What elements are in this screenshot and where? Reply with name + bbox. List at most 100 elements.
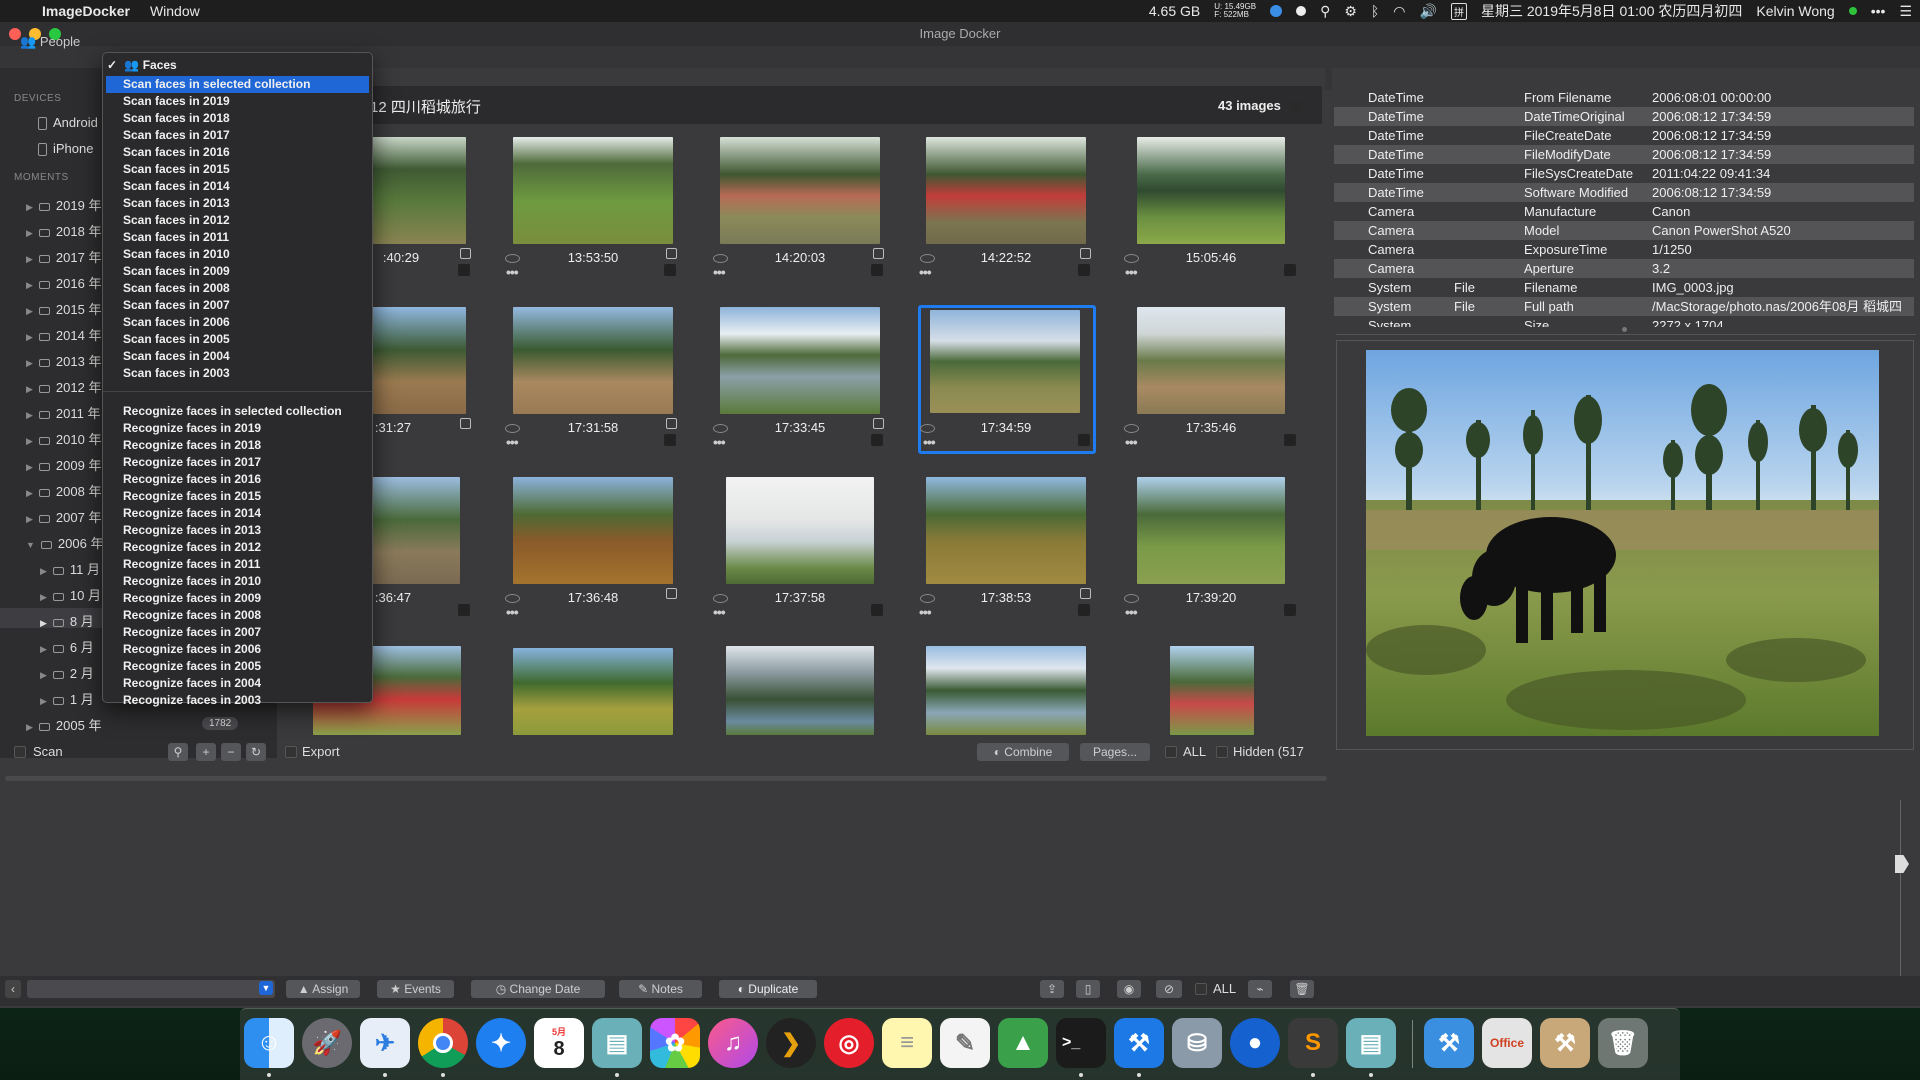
- thumbnail[interactable]: [513, 648, 673, 735]
- eye-icon[interactable]: [920, 424, 935, 433]
- disclosure-icon[interactable]: ▶: [26, 462, 33, 472]
- more-options-icon[interactable]: •••: [919, 264, 932, 280]
- status-dot-icon[interactable]: [1270, 5, 1283, 17]
- thumbnail-checkbox[interactable]: [1284, 264, 1296, 276]
- more-options-icon[interactable]: •••: [1125, 604, 1138, 620]
- assign-select[interactable]: ▼: [27, 980, 275, 998]
- notes-icon[interactable]: ≡: [882, 1018, 932, 1068]
- menu-item-recognize-year[interactable]: Recognize faces in 2019: [103, 420, 372, 437]
- menu-item-scan-year[interactable]: Scan faces in 2012: [103, 212, 372, 229]
- more-options-icon[interactable]: •••: [506, 604, 519, 620]
- menu-item-recognize-year[interactable]: Recognize faces in 2007: [103, 624, 372, 641]
- location-icon[interactable]: ●: [1230, 1018, 1280, 1068]
- people-tab[interactable]: 👥 People: [20, 34, 80, 50]
- more-options-icon[interactable]: •••: [713, 604, 726, 620]
- menu-item-scan-year[interactable]: Scan faces in 2010: [103, 246, 372, 263]
- menu-item-scan-year[interactable]: Scan faces in 2013: [103, 195, 372, 212]
- pages-button[interactable]: Pages...: [1080, 743, 1150, 761]
- thumbnail[interactable]: [513, 477, 673, 584]
- thumbnail[interactable]: [1170, 646, 1254, 735]
- thumbnail[interactable]: [726, 477, 874, 584]
- more-options-icon[interactable]: •••: [1125, 264, 1138, 280]
- menu-item-scan-year[interactable]: Scan faces in 2018: [103, 110, 372, 127]
- year-row[interactable]: ▶ 2018 年: [26, 221, 101, 240]
- month-row[interactable]: ▶ 1 月: [40, 689, 94, 708]
- all-checkbox[interactable]: [1165, 746, 1177, 758]
- thumbnail-checkbox[interactable]: [1078, 264, 1090, 276]
- property-row[interactable]: Camera ExposureTime 1/1250: [1334, 240, 1914, 259]
- notes-button[interactable]: ✎ Notes: [619, 980, 702, 998]
- duplicate-icon[interactable]: [873, 418, 884, 429]
- disclosure-icon[interactable]: ▶: [26, 722, 33, 732]
- menu-item-recognize-year[interactable]: Recognize faces in 2014: [103, 505, 372, 522]
- more-options-icon[interactable]: •••: [923, 434, 936, 450]
- more-options-icon[interactable]: •••: [1125, 434, 1138, 450]
- year-row[interactable]: ▶ 2005 年: [26, 715, 101, 734]
- eye-icon[interactable]: [505, 254, 520, 263]
- textedit-icon[interactable]: ✎: [940, 1018, 990, 1068]
- user-name[interactable]: Kelvin Wong: [1756, 3, 1834, 19]
- utilities-folder-icon[interactable]: ⚒: [1540, 1018, 1590, 1068]
- show-button[interactable]: ◉: [1117, 980, 1141, 998]
- bluetooth-icon[interactable]: ᛒ: [1371, 3, 1379, 19]
- thumbnail[interactable]: [370, 477, 460, 584]
- eye-icon[interactable]: [505, 424, 520, 433]
- record-icon[interactable]: [1296, 6, 1307, 16]
- launchpad-icon[interactable]: 🚀: [302, 1018, 352, 1068]
- thumbnail[interactable]: [726, 646, 874, 735]
- developer-folder-icon[interactable]: ⚒: [1424, 1018, 1474, 1068]
- thumbnail[interactable]: [926, 137, 1086, 244]
- month-row[interactable]: ▶ 6 月: [40, 637, 94, 656]
- thumbnail[interactable]: [370, 137, 466, 244]
- more-icon[interactable]: •••: [1871, 3, 1886, 19]
- input-method-icon[interactable]: 拼: [1450, 2, 1467, 20]
- volume-icon[interactable]: 🔊: [1420, 3, 1437, 20]
- thumbnail-checkbox[interactable]: [871, 604, 883, 616]
- property-row[interactable]: DateTime FileSysCreateDate 2011:04:22 09:4…: [1334, 164, 1914, 183]
- property-row[interactable]: DateTime From Filename 2006:08:01 00:00:00: [1334, 88, 1914, 107]
- year-row[interactable]: ▶ 2012 年: [26, 377, 101, 396]
- disclosure-icon[interactable]: ▶: [26, 306, 33, 316]
- calendar-icon[interactable]: 5月 8: [534, 1018, 584, 1068]
- safari-icon[interactable]: ✦: [476, 1018, 526, 1068]
- disclosure-icon[interactable]: ▶: [26, 514, 33, 524]
- disclosure-icon[interactable]: ▶: [26, 410, 33, 420]
- property-row[interactable]: DateTime FileCreateDate 2006:08:12 17:34:5…: [1334, 126, 1914, 145]
- menu-item-recognize-year[interactable]: Recognize faces in 2010: [103, 573, 372, 590]
- menu-item-scan-year[interactable]: Scan faces in 2014: [103, 178, 372, 195]
- thumbnail-checkbox[interactable]: [1284, 604, 1296, 616]
- thumbnail-checkbox[interactable]: [664, 434, 676, 446]
- duplicate-icon[interactable]: [1080, 588, 1091, 599]
- add-button[interactable]: +: [196, 743, 216, 761]
- thumbnail[interactable]: [513, 137, 673, 244]
- photos-icon[interactable]: ✿: [650, 1018, 700, 1068]
- menu-item-scan-year[interactable]: Scan faces in 2006: [103, 314, 372, 331]
- duplicate-icon[interactable]: [1080, 248, 1091, 259]
- duplicate-icon[interactable]: [873, 248, 884, 259]
- trash-button[interactable]: 🗑: [1290, 980, 1314, 998]
- thumbnail[interactable]: [926, 477, 1086, 584]
- disclosure-icon[interactable]: ▼: [26, 540, 35, 550]
- disclosure-icon[interactable]: ▶: [26, 488, 33, 498]
- menu-item-scan-year[interactable]: Scan faces in 2011: [103, 229, 372, 246]
- disclosure-icon[interactable]: ▶: [26, 228, 33, 238]
- menu-faces-header[interactable]: ✓ 👥 Faces: [103, 57, 372, 74]
- remove-button[interactable]: −: [221, 743, 241, 761]
- menu-item-recognize-year[interactable]: Recognize faces in 2011: [103, 556, 372, 573]
- thumbnail-checkbox[interactable]: [871, 434, 883, 446]
- menu-item-scan-year[interactable]: Scan faces in 2016: [103, 144, 372, 161]
- more-options-icon[interactable]: •••: [919, 604, 932, 620]
- terminal-icon[interactable]: >_: [1056, 1018, 1106, 1068]
- eye-icon[interactable]: [713, 594, 728, 603]
- year-row[interactable]: ▼ 2006 年: [26, 533, 103, 552]
- accessibility-icon[interactable]: ⚙: [1344, 3, 1357, 20]
- back-button[interactable]: ‹: [5, 980, 21, 998]
- hide-button[interactable]: ⊘: [1156, 980, 1182, 998]
- property-row[interactable]: Camera Manufacture Canon: [1334, 202, 1914, 221]
- photo-preview[interactable]: [1366, 350, 1879, 736]
- property-row[interactable]: Camera Model Canon PowerShot A520: [1334, 221, 1914, 240]
- property-row[interactable]: System File Filename IMG_0003.jpg: [1334, 278, 1914, 297]
- thumbnail[interactable]: [513, 307, 673, 414]
- thumbnail-checkbox[interactable]: [1078, 434, 1090, 446]
- menu-item-scan-selected[interactable]: Scan faces in selected collection: [106, 76, 369, 93]
